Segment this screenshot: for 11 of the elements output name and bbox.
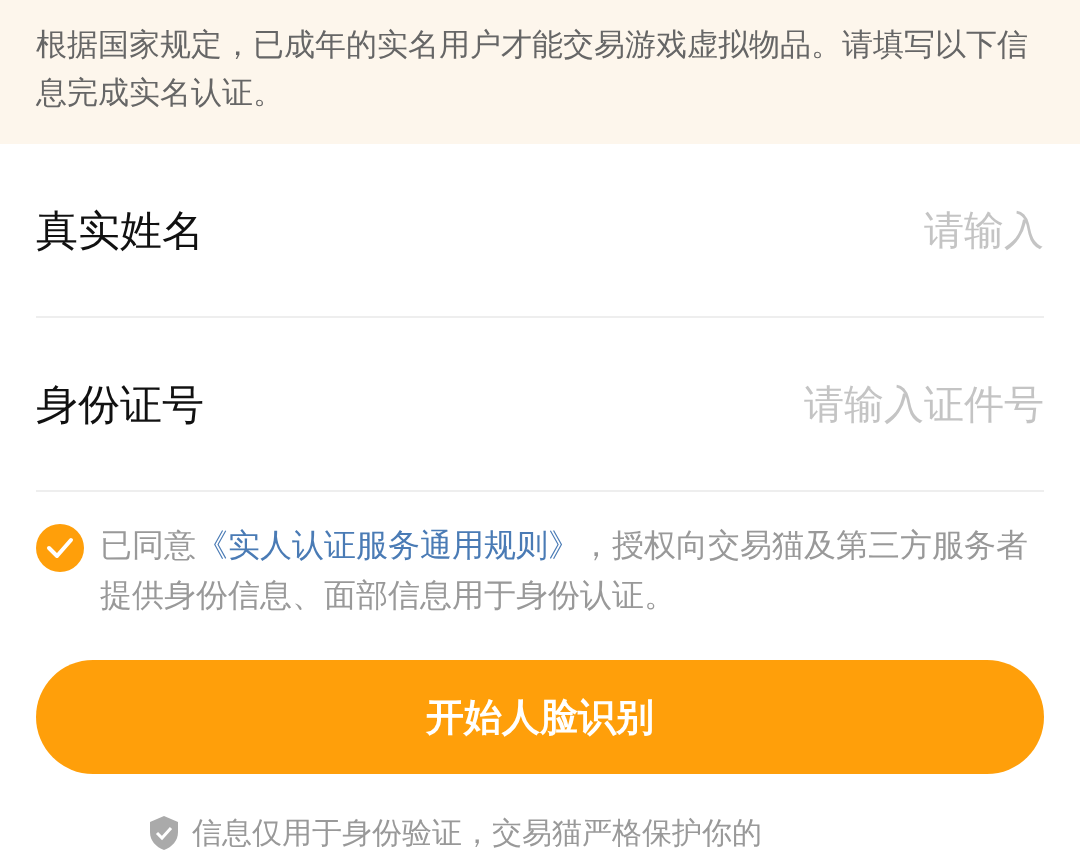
check-icon <box>46 537 74 559</box>
input-field[interactable]: 请输入 <box>484 200 1044 260</box>
input-field[interactable]: 请输入证件号 <box>484 374 1044 434</box>
checkbox[interactable] <box>36 524 84 572</box>
agreement-text: 已同意《实人认证服务通用规则》，授权向交易猫及第三方服务者提供身份信息、面部信息用于身份认证。 <box>100 525 1029 616</box>
privacy-note: 信息仅用于身份验证，交易猫严格保护你的 <box>192 814 762 852</box>
notice-text: 根据国家规定，已成年的实名用户才能交易游戏虚拟物品。请填写以下信息完成实名认证。 <box>36 25 1029 112</box>
field-label: 真实姓名 <box>36 204 204 257</box>
rules-link[interactable]: 《实人认证服务通用规则》 <box>196 526 580 564</box>
shield-icon <box>148 814 180 851</box>
field-label: 身份证号 <box>36 378 204 431</box>
